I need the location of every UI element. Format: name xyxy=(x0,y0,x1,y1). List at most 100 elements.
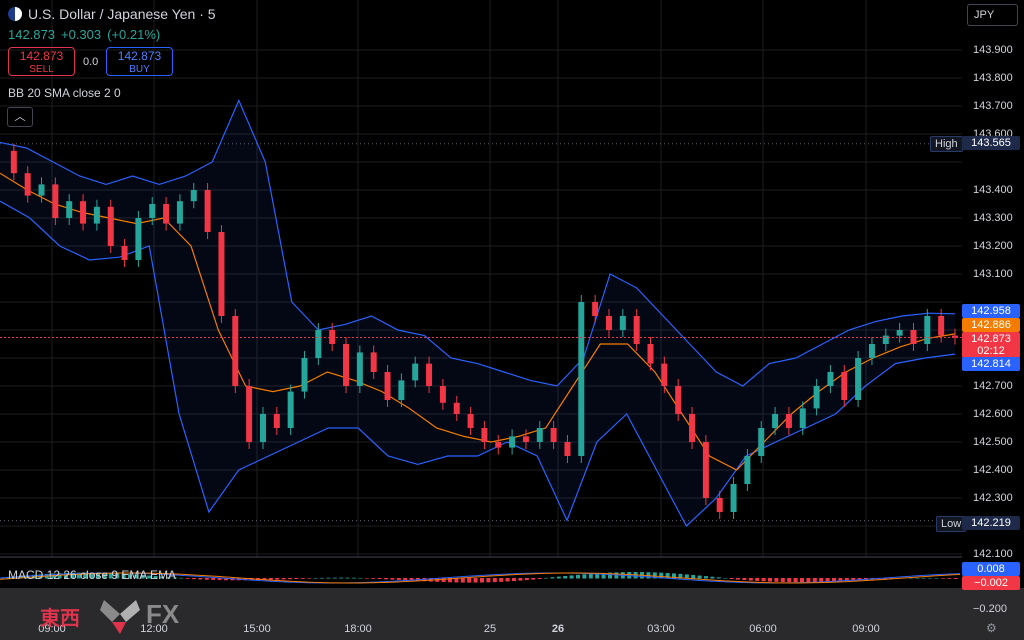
high-price-tag: 143.565 xyxy=(962,136,1020,150)
macd-histogram-bar xyxy=(518,578,523,581)
price-tick: 142.500 xyxy=(973,436,1013,448)
usd-flag-icon xyxy=(8,7,22,21)
candle-body xyxy=(855,358,862,400)
time-tick: 26 xyxy=(551,623,565,635)
chevron-up-icon: ︿ xyxy=(14,111,26,123)
time-tick: 15:00 xyxy=(243,623,271,635)
macd-histogram-bar xyxy=(384,578,388,580)
macd-histogram-bar xyxy=(198,578,203,580)
candle-body xyxy=(163,204,170,224)
macd-histogram-bar xyxy=(492,578,497,583)
macd-histogram-bar xyxy=(576,574,580,579)
macd-histogram-bar xyxy=(723,577,728,579)
candle-body xyxy=(522,436,529,442)
candle-body xyxy=(647,344,654,364)
price-tick: 143.900 xyxy=(973,44,1013,56)
candle-body xyxy=(439,386,446,403)
candle-body xyxy=(52,184,59,218)
lower-band-tag: 142.814 xyxy=(962,357,1020,371)
upper-band-tag: 142.958 xyxy=(962,304,1020,318)
change-value: +0.303 xyxy=(61,27,102,42)
candle-body xyxy=(204,190,211,232)
candle-body xyxy=(38,184,45,196)
countdown-tag: 02:12 xyxy=(962,344,1020,358)
macd-histogram-bar xyxy=(928,577,932,579)
candle-body xyxy=(66,201,73,218)
candle-body xyxy=(592,302,599,316)
macd-histogram-bar xyxy=(710,576,715,579)
buy-button[interactable]: 142.873 BUY xyxy=(106,47,173,76)
price-tick: 143.700 xyxy=(973,100,1013,112)
macd-histogram-bar xyxy=(288,578,292,580)
macd-legend[interactable]: MACD 12 26 close 9 EMA EMA xyxy=(8,568,176,582)
basis-tag: 142.886 xyxy=(962,318,1020,332)
bollinger-legend[interactable]: BB 20 SMA close 2 0 xyxy=(8,86,121,100)
macd-histogram-bar xyxy=(313,577,318,579)
symbol-title-text: U.S. Dollar / Japanese Yen · 5 xyxy=(28,6,216,22)
macd-histogram-bar xyxy=(185,578,190,579)
candle-body xyxy=(232,316,239,386)
macd-histogram-bar xyxy=(300,578,305,579)
macd-value-tag: 0.008 xyxy=(962,562,1020,576)
macd-histogram-bar xyxy=(326,577,331,579)
candle-body xyxy=(661,363,668,386)
sell-price: 142.873 xyxy=(19,49,64,63)
macd-histogram-bar xyxy=(192,578,196,580)
candle-body xyxy=(384,372,391,400)
candle-body xyxy=(412,363,419,381)
macd-histogram-bar xyxy=(460,578,465,583)
candle-body xyxy=(716,498,723,512)
candle-body xyxy=(578,302,585,456)
price-chart-canvas[interactable] xyxy=(0,0,962,558)
macd-histogram-bar xyxy=(665,573,670,579)
candle-body xyxy=(287,391,294,428)
change-percent: (+0.21%) xyxy=(107,27,161,42)
macd-histogram-bar xyxy=(377,578,382,580)
macd-histogram-bar xyxy=(825,578,830,582)
candle-body xyxy=(80,201,87,224)
time-axis[interactable]: 09:00 12:00 15:00 18:00 25 26 03:00 06:0… xyxy=(0,620,962,640)
candle-body xyxy=(176,201,183,224)
candle-body xyxy=(481,428,488,442)
macd-histogram-bar xyxy=(768,578,772,582)
sell-button[interactable]: 142.873 SELL xyxy=(8,47,75,76)
collapse-legend-button[interactable]: ︿ xyxy=(7,107,33,127)
macd-histogram-bar xyxy=(524,578,529,581)
candle-body xyxy=(370,352,377,372)
candle-body xyxy=(744,456,751,484)
time-tick: 09:00 xyxy=(852,623,880,635)
settings-gear-icon[interactable]: ⚙ xyxy=(986,621,997,635)
candle-body xyxy=(190,190,197,202)
candle-body xyxy=(343,344,350,386)
bollinger-fill xyxy=(0,100,955,527)
price-tick: 142.400 xyxy=(973,464,1013,476)
macd-histogram-bar xyxy=(204,578,209,580)
macd-histogram-bar xyxy=(812,578,817,582)
candle-body xyxy=(675,386,682,414)
symbol-title[interactable]: U.S. Dollar / Japanese Yen · 5 xyxy=(8,6,216,22)
candle-body xyxy=(10,150,17,174)
candle-body xyxy=(619,316,626,330)
price-chart[interactable] xyxy=(0,0,962,558)
candle-body xyxy=(509,436,516,448)
macd-histogram-bar xyxy=(352,577,356,579)
candle-body xyxy=(758,428,765,456)
candle-body xyxy=(702,442,709,498)
candle-body xyxy=(868,344,875,358)
price-tick: 142.700 xyxy=(973,380,1013,392)
candle-body xyxy=(882,335,889,344)
high-label: High xyxy=(930,136,963,152)
time-tick: 06:00 xyxy=(749,623,777,635)
macd-histogram-bar xyxy=(563,576,568,579)
macd-histogram-bar xyxy=(332,577,337,579)
candle-body xyxy=(467,414,474,428)
macd-histogram-bar xyxy=(371,578,376,579)
time-tick: 03:00 xyxy=(647,623,675,635)
buy-price: 142.873 xyxy=(117,49,162,63)
macd-histogram-bar xyxy=(940,578,945,579)
macd-histogram-bar xyxy=(806,578,811,583)
candle-body xyxy=(633,316,640,344)
macd-signal-tag: −0.002 xyxy=(962,576,1020,590)
candle-body xyxy=(689,414,696,442)
macd-histogram-bar xyxy=(294,578,299,579)
